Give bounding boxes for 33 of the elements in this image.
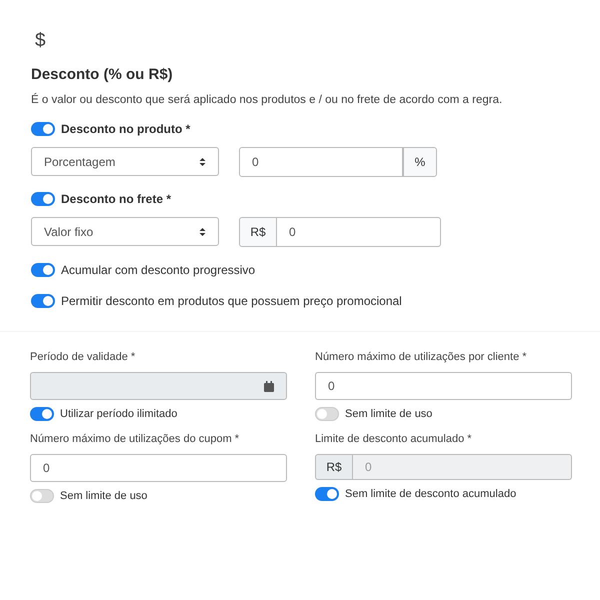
field-label: Número máximo de utilizações do cupom * [30, 432, 240, 446]
toggle-switch[interactable] [31, 192, 55, 206]
toggle-label: Sem limite de uso [60, 490, 148, 502]
calendar-icon [264, 380, 274, 392]
sort-caret-icon [199, 226, 206, 236]
section-title: Desconto (% ou R$) [31, 66, 174, 84]
select-field[interactable]: Valor fixo [31, 217, 219, 246]
input-field[interactable]: 0 [315, 372, 572, 400]
dollar-icon: $ [35, 30, 46, 52]
toggle-label: Permitir desconto em produtos que possuem preço promocional [61, 294, 402, 308]
field-label: Período de validade * [30, 350, 136, 364]
toggle-switch[interactable] [315, 407, 339, 421]
field-label: Número máximo de utilizações por cliente * [315, 350, 528, 364]
select-field[interactable]: Porcentagem [31, 147, 219, 176]
section-description: É o valor ou desconto que será aplicado nos produtos e / ou no frete de acordo com a regra. [31, 93, 504, 107]
sort-caret-icon [199, 156, 206, 166]
input-field[interactable]: 0 [30, 454, 287, 482]
field-label: Limite de desconto acumulado * [315, 432, 473, 446]
toggle-switch[interactable] [30, 489, 54, 503]
toggle-switch[interactable] [31, 122, 55, 136]
input-field[interactable]: 0 [239, 147, 403, 177]
currency-addon: R$ [315, 454, 353, 480]
toggle-switch[interactable] [31, 294, 55, 308]
toggle-label: Sem limite de uso [345, 408, 432, 420]
toggle-switch[interactable] [31, 263, 55, 277]
input-field[interactable]: 0 [277, 217, 441, 247]
currency-addon: R$ [239, 217, 277, 247]
toggle-label: Utilizar período ilimitado [60, 408, 178, 420]
toggle-label: Acumular com desconto progressivo [61, 263, 256, 277]
toggle-label: Desconto no frete * [61, 192, 172, 206]
toggle-label: Sem limite de desconto acumulado [345, 488, 516, 500]
percent-addon: % [403, 147, 437, 177]
toggle-label: Desconto no produto * [61, 122, 190, 136]
